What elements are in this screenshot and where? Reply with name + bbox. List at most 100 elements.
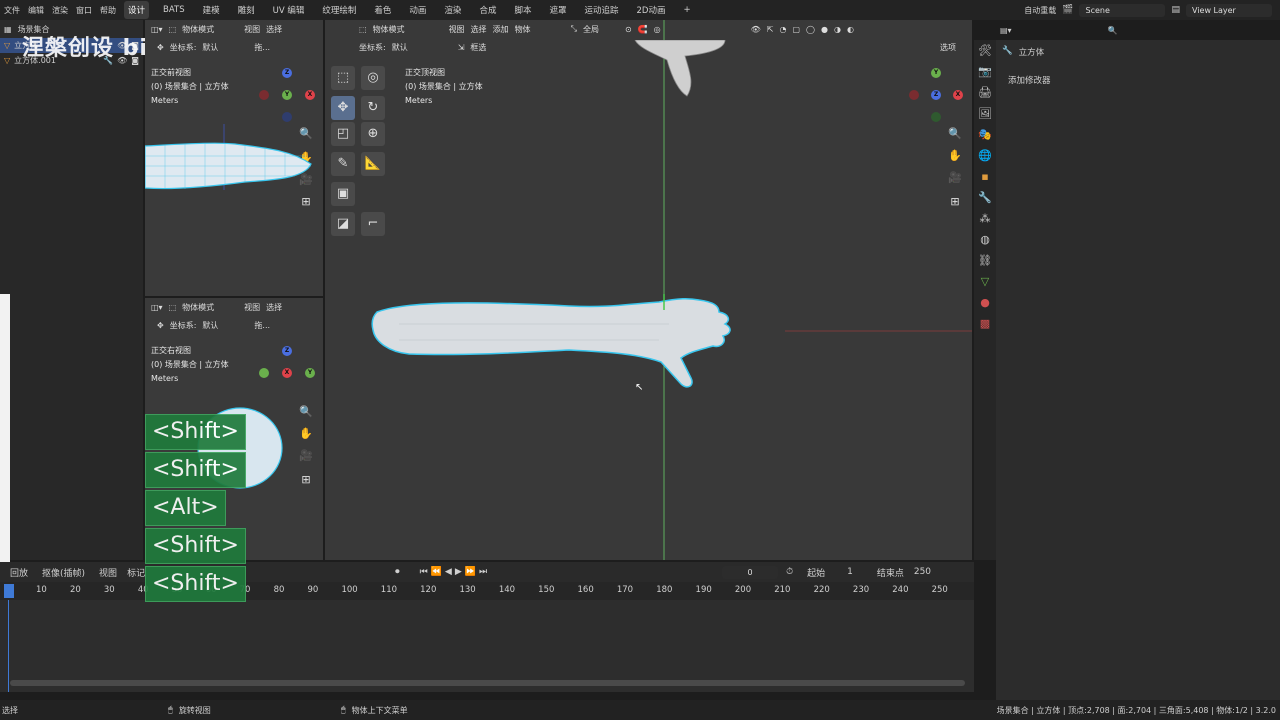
scale-tool[interactable]: ◰ [331, 122, 355, 146]
select-box-tool[interactable]: ⬚ [331, 66, 355, 90]
tab-modeling[interactable]: 建模 [199, 1, 224, 19]
mode-dropdown[interactable]: 物体模式 [182, 302, 238, 313]
main-viewport[interactable]: ⬚ 物体模式 视图 选择 添加 物体 ⤡ 全局 ⊙ 🧲 ◎ 👁 ⇱ ◔ ▢ ◯ … [325, 20, 972, 560]
tab-uv[interactable]: UV 编辑 [269, 1, 309, 19]
add-menu[interactable]: 添加 [493, 24, 509, 35]
snap-icon[interactable]: 🧲 [638, 25, 648, 34]
scene-tab-icon[interactable]: 🎭 [974, 124, 996, 145]
xray-icon[interactable]: ▢ [792, 25, 800, 34]
neg-x-axis-gizmo[interactable] [259, 90, 269, 100]
tool-tab-icon[interactable]: 🛠 [974, 40, 996, 61]
select-menu[interactable]: 选择 [266, 24, 282, 35]
outliner-type-icon[interactable]: ▦ [4, 25, 12, 34]
shading-solid-icon[interactable]: ● [821, 25, 828, 34]
particles-tab-icon[interactable]: ⁂ [974, 208, 996, 229]
add-cube-tool[interactable]: ▣ [331, 182, 355, 206]
camera-view-icon[interactable]: 🎥 [298, 448, 314, 464]
playback-menu[interactable]: 回放 [10, 566, 28, 579]
mode-dropdown[interactable]: 物体模式 [373, 24, 443, 35]
z-axis-gizmo[interactable]: Z [931, 90, 941, 100]
timeline-view-menu[interactable]: 视图 [99, 566, 117, 579]
object-menu[interactable]: 物体 [515, 24, 531, 35]
editor-type-icon[interactable]: ◫▾ [151, 25, 163, 34]
camera-view-icon[interactable]: 🎥 [947, 170, 963, 186]
constraints-tab-icon[interactable]: ⛓ [974, 250, 996, 271]
x-axis-gizmo[interactable]: X [282, 368, 292, 378]
add-workspace-button[interactable]: + [679, 2, 694, 18]
options-dropdown[interactable]: 选项 [940, 42, 972, 53]
render-tab-icon[interactable]: 📷 [974, 61, 996, 82]
end-field[interactable]: 250 [914, 567, 931, 577]
coord-dropdown[interactable]: 默认 [392, 42, 452, 53]
timeline-scrollbar[interactable] [10, 680, 965, 686]
visibility-icon[interactable]: 👁 [751, 25, 761, 34]
tab-texture-paint[interactable]: 纹理绘制 [318, 1, 360, 19]
y-axis-gizmo-pos[interactable]: Y [305, 368, 315, 378]
record-icon[interactable]: ⏺ [395, 567, 400, 577]
physics-tab-icon[interactable]: ◍ [974, 229, 996, 250]
tab-compositing[interactable]: 合成 [475, 1, 500, 19]
menu-edit[interactable]: 编辑 [28, 5, 44, 16]
current-frame-field[interactable]: 0 [722, 565, 779, 579]
select-menu[interactable]: 选择 [471, 24, 487, 35]
view-menu[interactable]: 视图 [449, 24, 465, 35]
grid-icon[interactable]: ⊞ [947, 194, 963, 210]
object-tab-icon[interactable]: ▪ [974, 166, 996, 187]
annotate-tool[interactable]: ✎ [331, 152, 355, 176]
view-menu[interactable]: 视图 [244, 302, 260, 313]
tab-scripting[interactable]: 脚本 [510, 1, 535, 19]
playhead-marker[interactable] [4, 584, 14, 598]
rotate-tool[interactable]: ↻ [361, 96, 385, 120]
zoom-icon[interactable]: 🔍 [947, 126, 963, 142]
menu-render[interactable]: 渲染 [52, 5, 68, 16]
shading-wire-icon[interactable]: ◯ [806, 25, 815, 34]
modifier-tab-icon[interactable]: 🔧 [974, 187, 996, 208]
texture-tab-icon[interactable]: ▩ [974, 313, 996, 334]
menu-file[interactable]: 文件 [4, 5, 20, 16]
tab-shading[interactable]: 着色 [370, 1, 395, 19]
neg-y-axis-gizmo[interactable] [931, 112, 941, 122]
tab-motion-tracking[interactable]: 运动追踪 [580, 1, 622, 19]
drag-menu[interactable]: 拖... [254, 42, 270, 53]
material-tab-icon[interactable]: ● [974, 292, 996, 313]
shading-render-icon[interactable]: ◐ [847, 25, 854, 34]
editor-type-icon[interactable]: ◫▾ [151, 303, 163, 312]
global-dropdown[interactable]: 全局 [583, 24, 619, 35]
menu-window[interactable]: 窗口 [76, 5, 92, 16]
view-layer-field[interactable]: View Layer [1186, 3, 1272, 17]
tab-design[interactable]: 设计 [124, 1, 150, 19]
properties-search-icon[interactable]: 🔍 [1108, 26, 1118, 35]
view-layer-tab-icon[interactable]: 🖼 [974, 103, 996, 124]
measure-tool[interactable]: 📐 [361, 152, 385, 176]
properties-editor-icon[interactable]: ▤▾ [1000, 26, 1012, 35]
data-tab-icon[interactable]: ▽ [974, 271, 996, 292]
timeline-area[interactable] [0, 600, 974, 692]
z-axis-gizmo[interactable]: Z [282, 346, 292, 356]
grid-icon[interactable]: ⊞ [298, 472, 314, 488]
pivot-icon[interactable]: ⊙ [625, 25, 632, 34]
pan-hand-icon[interactable]: ✋ [298, 426, 314, 442]
tab-masking[interactable]: 遮罩 [545, 1, 570, 19]
gizmo-toggle-icon[interactable]: ⇱ [767, 25, 774, 34]
shading-material-icon[interactable]: ◑ [834, 25, 841, 34]
y-axis-gizmo[interactable]: Y [931, 68, 941, 78]
world-tab-icon[interactable]: 🌐 [974, 145, 996, 166]
pan-hand-icon[interactable]: ✋ [947, 148, 963, 164]
playback-controls-icon[interactable]: ⏮⏪◀▶⏩⏭ [420, 567, 490, 577]
select-menu[interactable]: 选择 [266, 302, 282, 313]
y-axis-gizmo[interactable]: Y [282, 90, 292, 100]
marker-menu[interactable]: 标记 [127, 566, 145, 579]
y-axis-gizmo[interactable] [259, 368, 269, 378]
zoom-icon[interactable]: 🔍 [298, 404, 314, 420]
x-axis-gizmo[interactable]: X [305, 90, 315, 100]
extra-tool[interactable]: ⌐ [361, 212, 385, 236]
coord-dropdown[interactable]: 默认 [202, 320, 248, 331]
z-axis-gizmo[interactable]: Z [282, 68, 292, 78]
box-select-dropdown[interactable]: 框选 [470, 42, 486, 53]
transform-tool[interactable]: ⊕ [361, 122, 385, 146]
view-menu[interactable]: 视图 [244, 24, 260, 35]
start-field[interactable]: 1 [847, 567, 853, 577]
scene-field[interactable]: Scene [1079, 3, 1166, 17]
add-modifier-button[interactable]: 添加修改器 [1008, 74, 1051, 86]
tab-bats[interactable]: BATS [159, 2, 189, 18]
